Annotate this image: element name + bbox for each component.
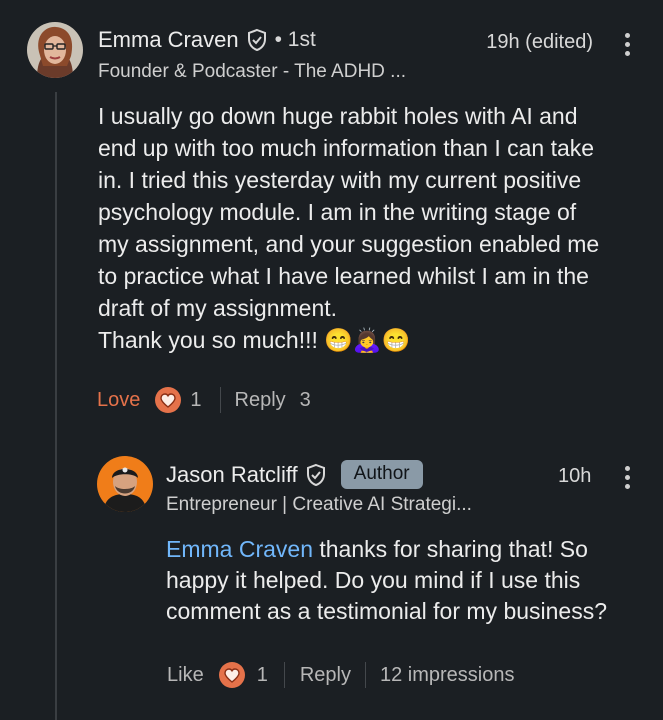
comment-author-name[interactable]: Emma Craven: [98, 27, 239, 53]
comment-line: to practice what I have learned whilst I…: [98, 263, 589, 289]
jason-avatar-image: [97, 456, 153, 512]
emoji-group: 😁🙇‍♀️😁: [324, 327, 411, 353]
more-vertical-icon[interactable]: [623, 466, 631, 489]
comment-line: draft of my assignment.: [98, 295, 338, 321]
comment-line: psychology module. I am in the writing s…: [98, 199, 577, 225]
reply-line: comment as a testimonial for my business…: [166, 598, 608, 624]
action-divider: [219, 387, 221, 413]
reply-line: happy it helped. Do you mind if I use th…: [166, 567, 581, 593]
reply-author-row: Jason Ratcliff Author: [166, 460, 423, 489]
connection-degree: • 1st: [274, 28, 316, 51]
love-button[interactable]: Love: [97, 389, 140, 412]
reaction-count[interactable]: 1: [190, 389, 201, 412]
comment-line: end up with too much information than I …: [98, 135, 595, 161]
comment-line: in. I tried this yesterday with my curre…: [98, 167, 582, 193]
reply-count[interactable]: 3: [300, 389, 311, 412]
comment-actions: Love 1 Reply 3: [97, 387, 311, 413]
reply-actions: Like 1 Reply 12 impressions: [167, 662, 514, 688]
reply-author-headline: Entrepreneur | Creative AI Strategi...: [166, 494, 472, 515]
comment-author-row: Emma Craven • 1st: [98, 27, 316, 53]
thanks-text: Thank you so much!!!: [98, 327, 318, 353]
comment-author-headline: Founder & Podcaster - The ADHD ...: [98, 61, 407, 82]
reply-button[interactable]: Reply: [235, 389, 286, 412]
comment-line: I usually go down huge rabbit holes with…: [98, 103, 578, 129]
comment-line-thanks: Thank you so much!!! 😁🙇‍♀️😁: [98, 324, 648, 356]
like-button[interactable]: Like: [167, 664, 204, 687]
reply-timestamp: 10h: [558, 465, 592, 487]
verified-shield-icon: [247, 28, 266, 52]
emma-avatar[interactable]: [27, 22, 83, 78]
reply-line: Emma Craven thanks for sharing that! So: [166, 534, 646, 565]
heart-reaction-icon[interactable]: [218, 662, 245, 688]
heart-reaction-icon[interactable]: [155, 387, 182, 413]
comment-body: I usually go down huge rabbit holes with…: [98, 100, 648, 356]
reply-author-name[interactable]: Jason Ratcliff: [166, 462, 298, 488]
author-badge: Author: [340, 460, 423, 489]
reaction-count[interactable]: 1: [257, 664, 268, 687]
comment-line: my assignment, and your suggestion enabl…: [98, 231, 600, 257]
verified-shield-icon: [306, 463, 325, 486]
more-vertical-icon[interactable]: [623, 33, 631, 56]
reply-button[interactable]: Reply: [300, 664, 351, 687]
reply-body: Emma Craven thanks for sharing that! So …: [166, 534, 646, 627]
thread-line: [55, 92, 57, 720]
action-divider: [283, 662, 285, 688]
impressions-count[interactable]: 12 impressions: [380, 664, 515, 687]
emma-avatar-image: [27, 22, 83, 78]
mention-link[interactable]: Emma Craven: [166, 536, 313, 562]
jason-avatar[interactable]: [97, 456, 153, 512]
comment-timestamp: 19h (edited): [486, 31, 593, 53]
action-divider: [364, 662, 366, 688]
reply-text: thanks for sharing that! So: [312, 536, 588, 562]
